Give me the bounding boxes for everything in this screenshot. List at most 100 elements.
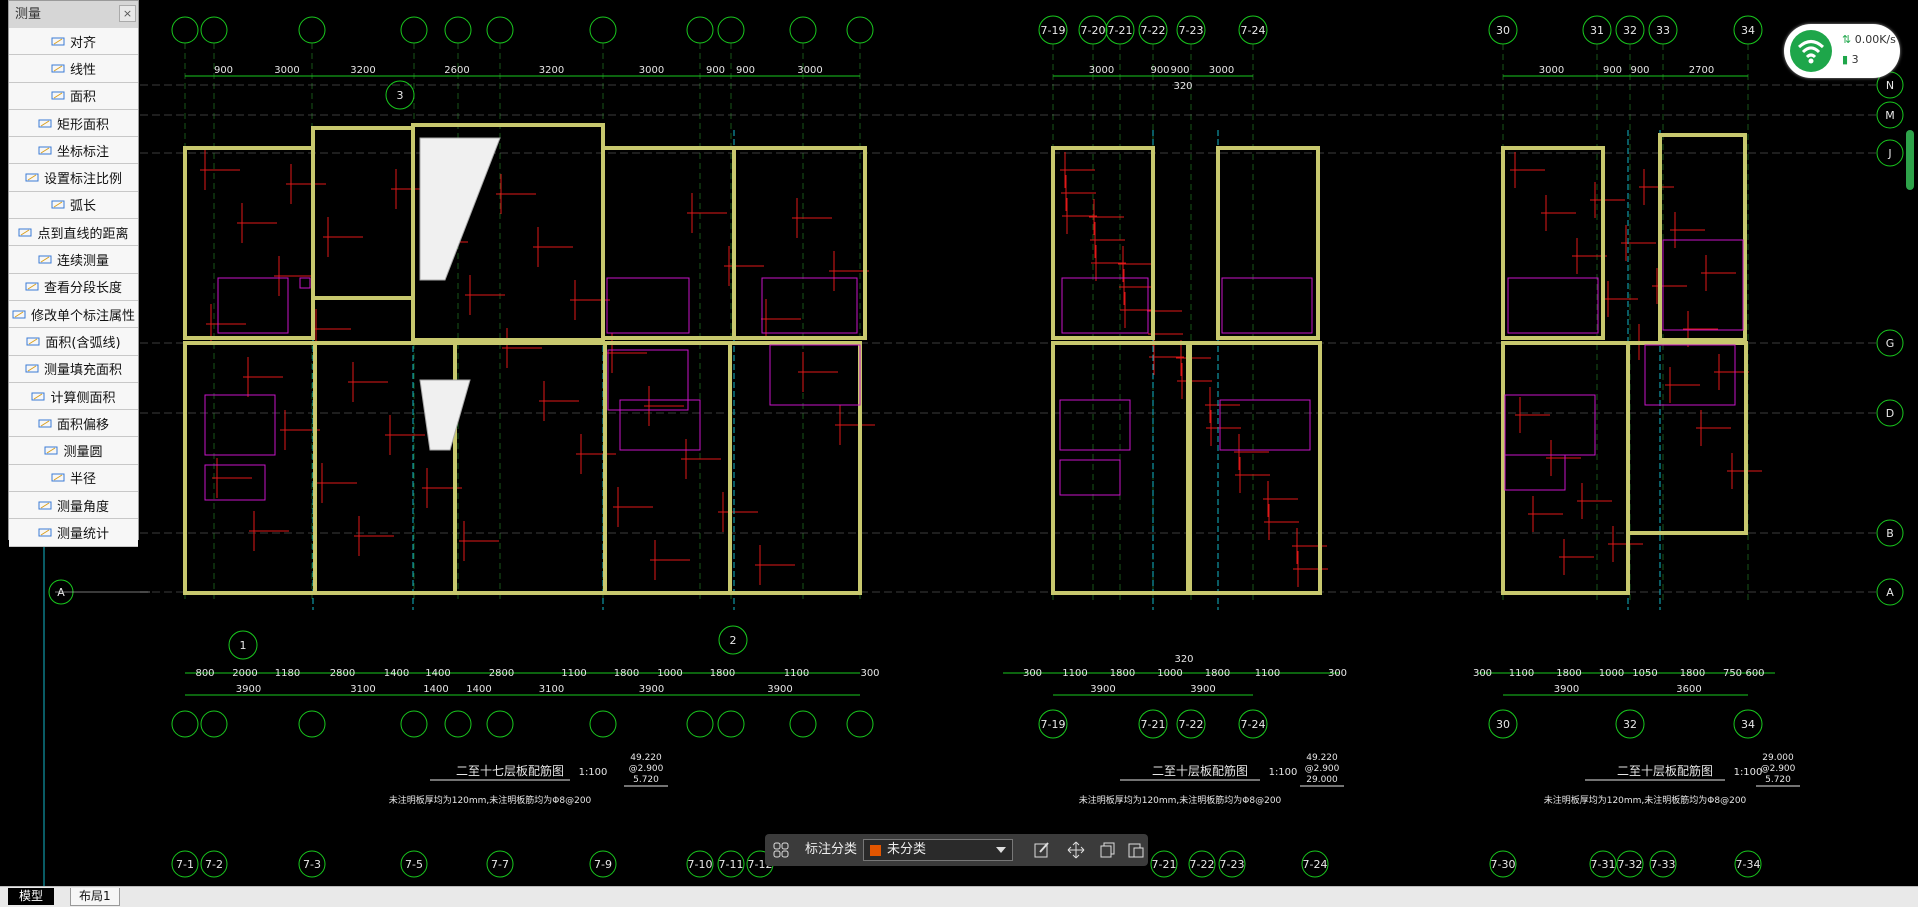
tab-model[interactable]: 模型	[8, 888, 54, 905]
tool-label: 面积	[69, 90, 96, 106]
tool-area[interactable]: 面积	[9, 82, 138, 110]
top-grid-bubble	[171, 16, 199, 44]
bottom-dim-text: 2000	[232, 668, 257, 679]
wall-outline	[1501, 146, 1605, 340]
bottom-dim-text: 3900	[1190, 684, 1215, 695]
section-mark-label: 2	[730, 634, 737, 647]
top-dim-text: 3000	[1089, 65, 1114, 76]
align-dimension-icon	[51, 36, 65, 47]
top-grid-bubble	[686, 16, 714, 44]
vertical-scroll-thumb[interactable]	[1906, 130, 1914, 190]
top-grid-bubble-right-label: 30	[1496, 24, 1510, 37]
tool-label: 半径	[69, 472, 96, 488]
bottom-grid-bubble-right-label: 30	[1496, 718, 1510, 731]
move-icon[interactable]	[1067, 841, 1085, 859]
top-dim-text: 900	[1603, 65, 1622, 76]
right-axis-bubble-label: M	[1885, 109, 1895, 122]
bottom-dim-text: 3900	[1090, 684, 1115, 695]
bottom-dim-text: 1800	[1556, 668, 1581, 679]
room-outline	[606, 277, 690, 334]
bottom-row-bubble-label: 7-9	[594, 858, 612, 871]
plan-note: 未注明板厚均为120mm,未注明板筋均为Φ8@200	[1079, 794, 1282, 806]
tool-radius[interactable]: 半径	[9, 464, 138, 493]
tool-angle[interactable]: 测量角度	[9, 492, 138, 520]
room-outline	[761, 277, 858, 334]
top-grid-bubble	[298, 16, 326, 44]
tool-side-area[interactable]: 计算侧面积	[9, 382, 138, 411]
wall-outline	[1658, 133, 1747, 342]
wall-outline	[453, 341, 607, 595]
tool-label: 修改单个标注属性	[30, 308, 135, 324]
mid-dim-text: 320	[1174, 654, 1193, 665]
measure-panel: 测量 × 对齐 线性面积矩形面积坐标标注设置标注比例弧长 点到直线的距离 连续测量 查看…	[8, 0, 139, 547]
top-grid-bubble-right-label: 31	[1590, 24, 1604, 37]
plan-title: 二至十层板配筋图	[1617, 763, 1713, 778]
tool-scale[interactable]: 设置标注比例	[9, 164, 138, 192]
tool-circle-measure[interactable]: 测量圆	[9, 437, 138, 465]
top-grid-bubble	[717, 16, 745, 44]
annotation-category-select[interactable]: 未分类	[863, 839, 1013, 861]
left-axis-bubble-label: A	[57, 586, 65, 599]
category-color-swatch	[870, 845, 881, 856]
tab-layout1[interactable]: 布局1	[70, 888, 120, 906]
top-dim-text: 3000	[274, 65, 299, 76]
rectangle-area-icon	[38, 118, 52, 129]
tool-hatch-area[interactable]: 测量填充面积	[9, 355, 138, 383]
edit-icon[interactable]	[1033, 841, 1051, 859]
bottom-dim-text: 1800	[1110, 668, 1135, 679]
bottom-grid-bubble	[846, 710, 874, 738]
bottom-dim-text: 1400	[384, 668, 409, 679]
top-grid-bubble	[846, 16, 874, 44]
top-dim-text: 900	[706, 65, 725, 76]
tool-label: 设置标注比例	[43, 172, 122, 188]
tool-segment-length[interactable]: 查看分段长度	[9, 273, 138, 301]
tool-point-line-distance[interactable]: 点到直线的距离	[9, 219, 138, 247]
bottom-dim-text: 3900	[1554, 684, 1579, 695]
cad-walls	[183, 123, 1748, 595]
tool-coordinate[interactable]: 坐标标注	[9, 137, 138, 165]
tool-arc-length[interactable]: 弧长	[9, 191, 138, 220]
tool-align-dimension[interactable]: 对齐	[9, 28, 138, 56]
tool-continuous-measure[interactable]: 连续测量	[9, 246, 138, 274]
tool-label: 面积偏移	[56, 417, 109, 433]
paste-icon[interactable]	[1127, 841, 1145, 859]
top-dim-text: 3000	[1539, 65, 1564, 76]
tool-label: 矩形面积	[56, 117, 109, 133]
tool-linear-dimension[interactable]: 线性	[9, 55, 138, 83]
tool-arc-area[interactable]: 面积(含弧线)	[9, 328, 138, 356]
room-outline	[217, 277, 289, 334]
plan-note: 未注明板厚均为120mm,未注明板筋均为Φ8@200	[389, 794, 592, 806]
tool-area-offset[interactable]: 面积偏移	[9, 410, 138, 438]
bottom-grid-bubble	[171, 710, 199, 738]
edit-annotation-icon	[12, 309, 26, 320]
bottom-grid-bubble	[486, 710, 514, 738]
level-text: 5.720	[1765, 775, 1791, 785]
tool-edit-annotation[interactable]: 修改单个标注属性	[9, 300, 138, 329]
bottom-row-bubble-label: 7-10	[688, 858, 713, 871]
statistics-icon	[38, 527, 52, 538]
right-axis-bubble-label: D	[1886, 407, 1894, 420]
measure-panel-title: 测量 ×	[9, 1, 138, 28]
close-icon[interactable]: ×	[119, 5, 136, 22]
cad-drawing-canvas[interactable]: 7-19 7-20 7-21 7-22 7-23 7-24 30 31 32 33 34900 300…	[0, 0, 1918, 906]
copy-icon[interactable]	[1099, 841, 1117, 859]
tool-rectangle-area[interactable]: 矩形面积	[9, 109, 138, 138]
cad-text: 7-19 7-20 7-21 7-22 7-23 7-24 30 31 32 33 34900 300…	[57, 24, 1895, 871]
bottom-dim-text: 1100	[1255, 668, 1280, 679]
side-area-icon	[31, 391, 45, 402]
layout-tab-bar: 模型 布局1	[0, 886, 1918, 907]
wall-outline	[601, 146, 736, 340]
right-axis-bubble-label: N	[1886, 79, 1894, 92]
grid-icon[interactable]	[773, 842, 789, 858]
tool-label: 面积(含弧线)	[45, 335, 121, 351]
level-text: 29.000	[1306, 775, 1338, 785]
tool-statistics[interactable]: 测量统计	[9, 519, 138, 547]
chevron-down-icon	[996, 847, 1006, 853]
level-text: @2.900	[629, 764, 664, 774]
bottom-grid-bubble	[789, 710, 817, 738]
network-speed-widget[interactable]: ⇅ 0.00K/s ▮ 3	[1784, 24, 1900, 78]
device-count-value: 3	[1851, 53, 1859, 66]
tool-label: 测量填充面积	[43, 363, 122, 379]
bottom-dim-text: 3900	[639, 684, 664, 695]
bottom-grid-bubble	[400, 710, 428, 738]
